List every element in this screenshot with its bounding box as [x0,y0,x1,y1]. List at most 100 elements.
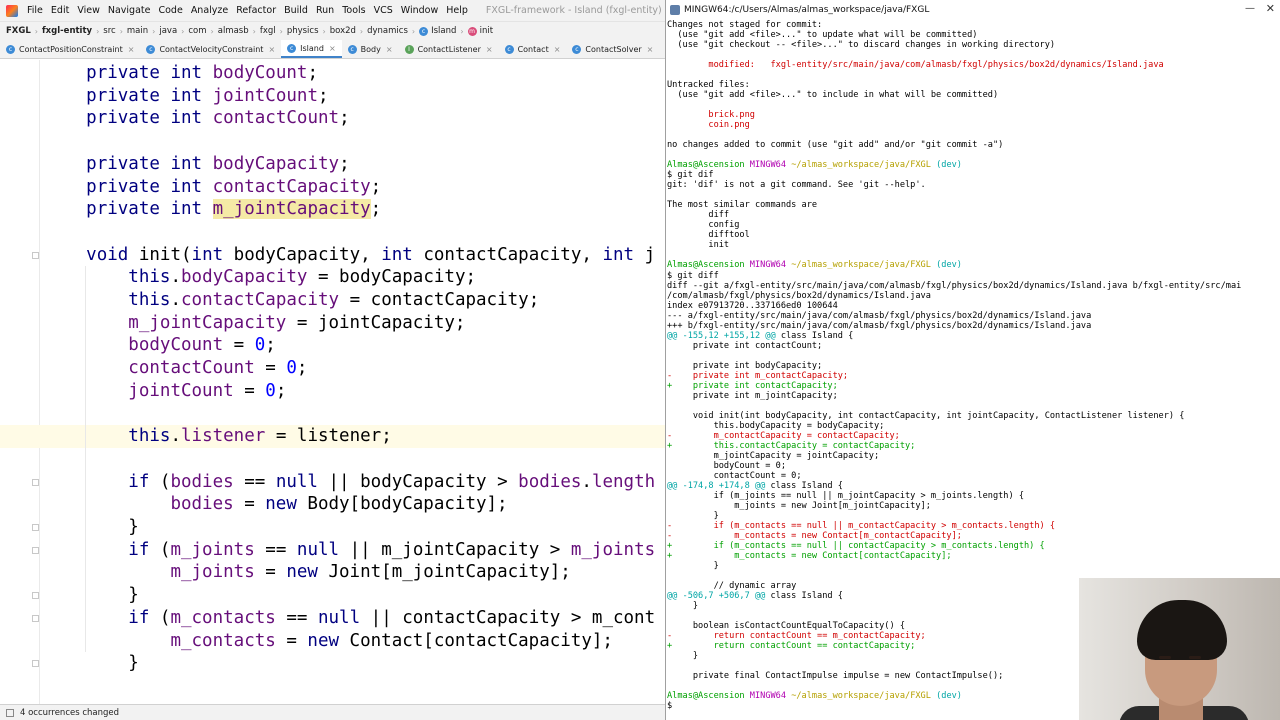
tool-window-toggle-icon[interactable] [6,708,14,717]
tab-contact-position-constraint[interactable]: c ContactPositionConstraint × [0,40,140,58]
breadcrumb-fxgl[interactable]: fxgl [260,26,276,36]
code-line[interactable]: this.bodyCapacity = bodyCapacity; [0,266,665,289]
close-icon[interactable]: × [329,44,336,53]
terminal-line: brick.png [667,110,755,121]
code-line[interactable]: bodies = new Body[bodyCapacity]; [0,493,665,516]
menu-analyze[interactable]: Analyze [187,0,232,21]
terminal-line: private int bodyCapacity; [667,360,823,371]
terminal-line: m_joints = new Joint[m_jointCapacity]; [667,500,931,511]
menu-vcs[interactable]: VCS [370,0,397,21]
code-line[interactable] [0,403,665,426]
terminal-line: (use "git add <file>..." to include in w… [667,90,999,101]
chevron-right-icon: › [411,26,416,36]
menu-edit[interactable]: Edit [47,0,73,21]
tab-contact-listener[interactable]: I ContactListener × [399,40,499,58]
code-line[interactable]: this.listener = listener; [0,425,665,448]
breadcrumb-project[interactable]: FXGL [6,26,31,36]
code-line[interactable]: if (m_contacts == null || contactCapacit… [0,607,665,630]
code-line[interactable]: private int contactCount; [0,107,665,130]
minimize-icon[interactable]: — [1245,3,1255,14]
close-icon[interactable]: × [647,45,654,54]
breadcrumb-physics[interactable]: physics [287,26,319,36]
breadcrumb-label: FXGL [6,26,31,36]
breadcrumb-main[interactable]: main [127,26,148,36]
breadcrumb-island[interactable]: c Island [419,26,456,36]
tab-body[interactable]: c Body × [342,40,399,58]
method-icon: m [467,26,477,36]
breadcrumb-box2d[interactable]: box2d [330,26,356,36]
breadcrumb-label: main [126,26,149,36]
shell-prompt: Almas@Ascension MINGW64 ~/almas_workspac… [667,160,962,171]
terminal-line: void init(int bodyCapacity, int contactC… [667,410,1185,421]
class-icon: c [504,44,514,54]
menu-code[interactable]: Code [154,0,186,21]
breadcrumb-dynamics[interactable]: dynamics [367,26,408,36]
chevron-right-icon: › [152,26,156,36]
menu-view[interactable]: View [73,0,104,21]
tab-contact-velocity-constraint[interactable]: c ContactVelocityConstraint × [140,40,281,58]
terminal-line: - return contactCount == m_contactCapaci… [667,631,926,642]
interface-icon: I [404,44,414,54]
code-line[interactable]: contactCount = 0; [0,357,665,380]
code-line[interactable]: m_jointCapacity = jointCapacity; [0,312,665,335]
code-line[interactable] [0,448,665,471]
code-line[interactable]: this.contactCapacity = contactCapacity; [0,289,665,312]
tab-label: ContactSolver [585,44,642,54]
code-line[interactable]: if (m_joints == null || m_jointCapacity … [0,539,665,562]
menu-build[interactable]: Build [280,0,312,21]
code-line[interactable]: } [0,652,665,675]
code-line[interactable]: private int jointCount; [0,85,665,108]
code-line[interactable]: m_contacts = new Contact[contactCapacity… [0,630,665,653]
indent-guide [85,538,86,585]
breadcrumb-init[interactable]: m init [467,26,493,36]
close-icon[interactable]: × [486,45,493,54]
close-icon[interactable]: × [268,45,275,54]
indent-guide [85,266,86,653]
breadcrumb-module[interactable]: fxgl-entity [42,26,92,36]
breadcrumb-src[interactable]: src [103,26,115,36]
menu-refactor[interactable]: Refactor [232,0,280,21]
code-line[interactable]: } [0,584,665,607]
tab-label: Contact [517,44,549,54]
tab-label: ContactPositionConstraint [19,44,123,54]
close-icon[interactable]: × [554,45,561,54]
terminal-line: - if (m_contacts == null || m_contactCap… [667,521,1056,531]
code-line[interactable]: private int bodyCount; [0,62,665,85]
code-line[interactable]: m_joints = new Joint[m_jointCapacity]; [0,561,665,584]
terminal-line: } [667,601,699,612]
tab-contact-solver[interactable]: c ContactSolver × [566,40,659,58]
breadcrumb-java[interactable]: java [159,26,177,36]
code-line[interactable]: void init(int bodyCapacity, int contactC… [0,244,665,267]
menu-navigate[interactable]: Navigate [104,0,155,21]
breadcrumb-almasb[interactable]: almasb [218,26,249,36]
terminal-line: index e07913720..337166ed0 100644 [667,300,838,311]
menu-run[interactable]: Run [312,0,338,21]
code-line[interactable] [0,130,665,153]
menu-window[interactable]: Window [397,0,442,21]
code-line[interactable]: private int contactCapacity; [0,176,665,199]
code-line[interactable]: private int bodyCapacity; [0,153,665,176]
menu-help[interactable]: Help [442,0,472,21]
code-line[interactable] [0,221,665,244]
close-icon[interactable]: ✕ [1266,2,1275,15]
breadcrumb-label: java [159,26,178,36]
chevron-right-icon: › [279,26,283,36]
close-icon[interactable]: × [386,45,393,54]
terminal-line: git: 'dif' is not a git command. See 'gi… [667,180,926,191]
code-line[interactable]: private int m_jointCapacity; [0,198,665,221]
close-icon[interactable]: × [128,45,135,54]
code-line[interactable]: } [0,516,665,539]
terminal-line: $ git dif [667,170,714,181]
tab-island[interactable]: c Island × [281,40,342,58]
code-editor[interactable]: private int bodyCount; private int joint… [0,60,665,704]
intellij-logo-icon [6,4,18,17]
code-line[interactable]: jointCount = 0; [0,380,665,403]
menu-tools[interactable]: Tools [338,0,369,21]
code-line[interactable]: bodyCount = 0; [0,334,665,357]
code-line[interactable]: if (bodies == null || bodyCapacity > bod… [0,471,665,494]
chevron-right-icon: › [322,26,326,36]
menu-file[interactable]: File [23,0,47,21]
breadcrumb-com[interactable]: com [188,26,206,36]
tab-contact[interactable]: c Contact × [499,40,567,58]
terminal-line: diff [667,210,730,221]
